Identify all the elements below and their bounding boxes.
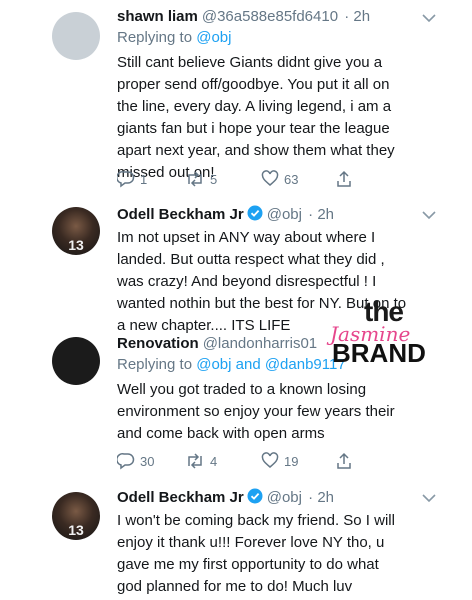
reply-count: 30 bbox=[140, 453, 155, 469]
tweet-text: Well you got traded to a known losing en… bbox=[117, 381, 395, 442]
tweet-text: I won't be coming back my friend. So I w… bbox=[117, 512, 395, 595]
retweet-count: 5 bbox=[210, 171, 218, 187]
retweet-count: 4 bbox=[210, 453, 218, 469]
reply-button[interactable]: 1 bbox=[117, 170, 147, 188]
replying-to-link[interactable]: @obj and @danb9117 bbox=[196, 356, 345, 373]
retweet-icon bbox=[188, 171, 202, 187]
avatar-jersey-number: 13 bbox=[68, 237, 84, 253]
tweet-text: Still cant believe Giants didnt give you… bbox=[117, 54, 395, 181]
tweet-actions: 1 5 63 bbox=[117, 170, 407, 190]
share-icon bbox=[337, 452, 351, 469]
replying-to-link[interactable]: @obj bbox=[196, 29, 231, 46]
like-button[interactable]: 19 bbox=[261, 452, 298, 470]
retweet-button[interactable]: 5 bbox=[185, 170, 217, 188]
tweet-header: Odell Beckham Jr @obj · 2h bbox=[117, 205, 334, 225]
reply-icon bbox=[117, 171, 135, 188]
author-handle[interactable]: @obj bbox=[267, 206, 302, 223]
the-jasmine-brand-watermark: the Jasmine BRAND bbox=[330, 296, 460, 368]
share-button[interactable] bbox=[335, 170, 358, 188]
tweet-1[interactable]: shawn liam @36a588e85fd6410 · 2h Replying… bbox=[0, 0, 472, 195]
like-count: 63 bbox=[284, 171, 299, 187]
author-name[interactable]: Odell Beckham Jr bbox=[117, 489, 244, 506]
reply-count: 1 bbox=[140, 171, 148, 187]
reply-icon bbox=[117, 453, 135, 470]
replying-to: Replying to @obj and @danb9117 bbox=[117, 356, 346, 373]
author-handle[interactable]: @obj bbox=[267, 489, 302, 506]
chevron-down-icon[interactable] bbox=[422, 10, 436, 26]
chevron-down-icon[interactable] bbox=[422, 490, 436, 506]
reply-button[interactable]: 30 bbox=[117, 452, 154, 470]
like-icon bbox=[261, 170, 279, 186]
avatar-odell-beckham-jr[interactable]: 13 bbox=[52, 207, 100, 255]
avatar-shawn-liam[interactable] bbox=[52, 12, 100, 60]
timestamp[interactable]: · 2h bbox=[308, 489, 334, 506]
verified-badge-icon bbox=[247, 205, 263, 225]
verified-badge-icon bbox=[247, 488, 263, 508]
author-handle[interactable]: @landonharris01 bbox=[203, 335, 317, 352]
replying-to: Replying to @obj bbox=[117, 29, 231, 46]
author-name[interactable]: Odell Beckham Jr bbox=[117, 206, 244, 223]
like-count: 19 bbox=[284, 453, 299, 469]
retweet-button[interactable]: 4 bbox=[185, 452, 217, 470]
tweet-header: Odell Beckham Jr @obj · 2h bbox=[117, 488, 334, 508]
timestamp[interactable]: · 2h bbox=[344, 8, 370, 25]
author-name[interactable]: shawn liam bbox=[117, 8, 198, 25]
replying-to-label: Replying to bbox=[117, 29, 193, 46]
like-button[interactable]: 63 bbox=[261, 170, 298, 188]
timestamp[interactable]: · 2h bbox=[308, 206, 334, 223]
watermark-line-3: BRAND bbox=[332, 338, 426, 368]
avatar-renovation[interactable] bbox=[52, 337, 100, 385]
tweet-header: Renovation @landonharris01 bbox=[117, 335, 317, 352]
avatar-odell-beckham-jr[interactable]: 13 bbox=[52, 492, 100, 540]
tweet-4[interactable]: 13 Odell Beckham Jr @obj · 2h I won't be … bbox=[0, 480, 472, 600]
tweet-actions: 30 4 19 bbox=[117, 452, 407, 472]
author-name[interactable]: Renovation bbox=[117, 335, 199, 352]
replying-to-label: Replying to bbox=[117, 356, 193, 373]
avatar-jersey-number: 13 bbox=[68, 522, 84, 538]
chevron-down-icon[interactable] bbox=[422, 207, 436, 223]
share-icon bbox=[337, 170, 351, 187]
retweet-icon bbox=[188, 453, 202, 469]
author-handle[interactable]: @36a588e85fd6410 bbox=[202, 8, 338, 25]
like-icon bbox=[261, 452, 279, 468]
tweet-header: shawn liam @36a588e85fd6410 · 2h bbox=[117, 8, 370, 25]
share-button[interactable] bbox=[335, 452, 358, 470]
